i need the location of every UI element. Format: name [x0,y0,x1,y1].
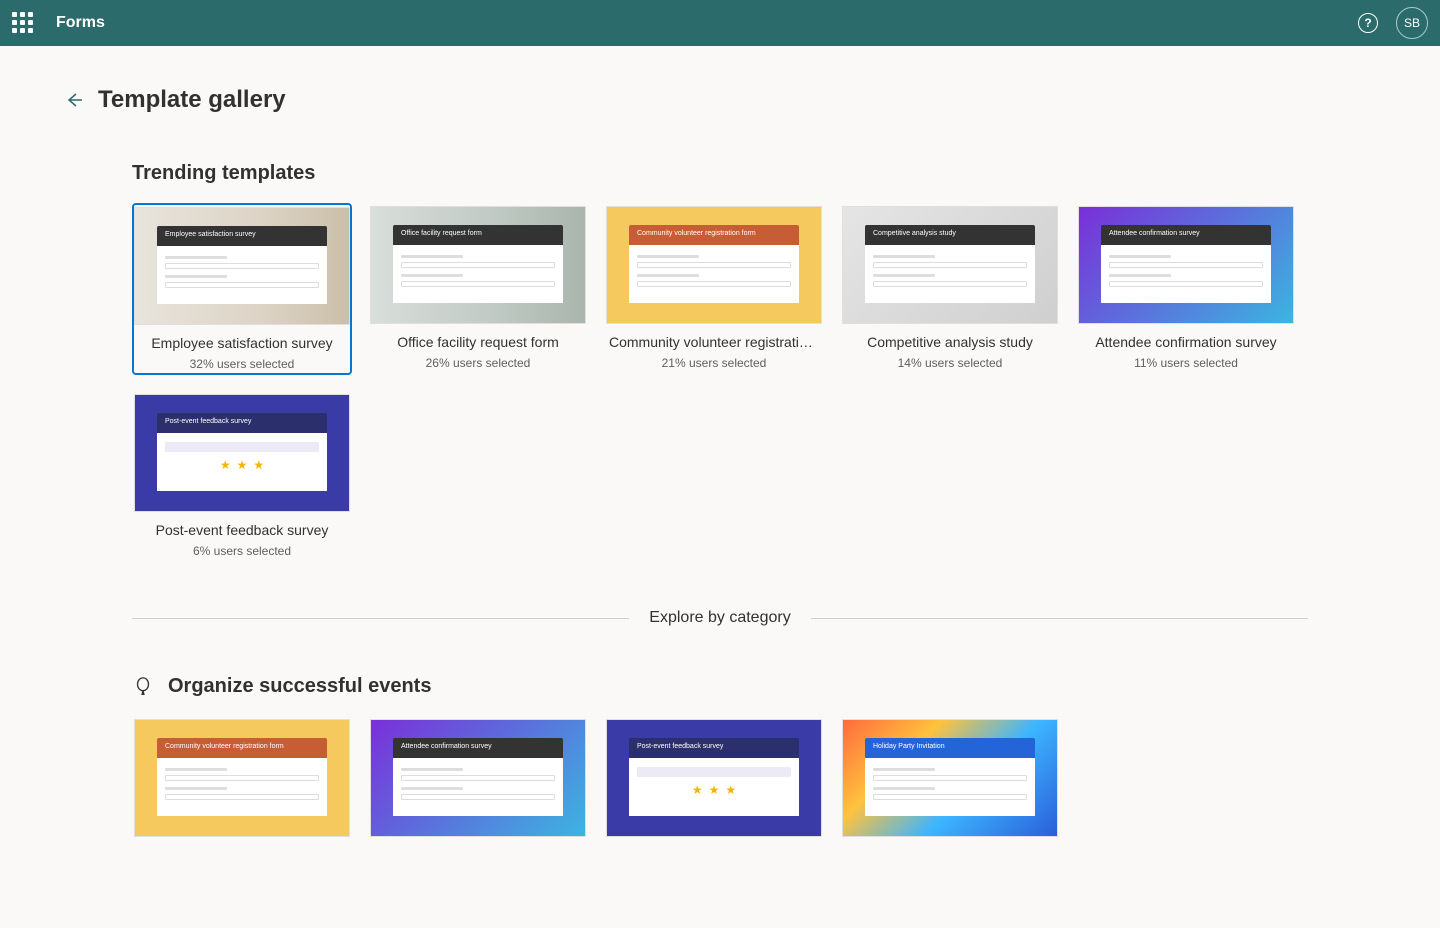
thumb-header: Holiday Party Invitation [865,738,1035,758]
template-stats: 11% users selected [1077,356,1295,370]
category1-templates-grid: Community volunteer registration form Att… [132,716,1376,840]
page-title: Template gallery [98,86,286,114]
page-title-row: Template gallery [64,86,1376,114]
thumb-body [1101,245,1271,303]
template-thumbnail[interactable]: Holiday Party Invitation [842,719,1058,837]
thumb-header: Competitive analysis study [865,225,1035,245]
trending-templates-grid: Employee satisfaction survey Employee sat… [132,203,1376,561]
thumb-header: Community volunteer registration form [157,738,327,758]
back-arrow-icon[interactable] [64,90,84,110]
template-thumbnail[interactable]: Office facility request form [370,206,586,324]
template-thumbnail[interactable]: Competitive analysis study [842,206,1058,324]
template-name: Attendee confirmation survey [1077,334,1295,350]
category-divider: Explore by category [132,609,1308,627]
template-stats: 14% users selected [841,356,1059,370]
template-name: Community volunteer registratio… [605,334,823,350]
template-thumbnail[interactable]: Attendee confirmation survey [1078,206,1294,324]
thumb-body [865,245,1035,303]
template-thumbnail[interactable]: Community volunteer registration form [606,206,822,324]
template-name: Employee satisfaction survey [134,335,350,351]
thumb-body [393,758,563,816]
app-launcher-icon[interactable] [12,12,34,34]
template-thumbnail[interactable]: Post-event feedback survey★★★ [134,394,350,512]
template-stats: 26% users selected [369,356,587,370]
divider-label: Explore by category [649,609,790,627]
template-stats: 32% users selected [134,357,350,371]
thumb-header: Attendee confirmation survey [393,738,563,758]
template-name: Office facility request form [369,334,587,350]
category-header: Organize successful events [132,675,1376,698]
template-card[interactable]: Community volunteer registration form [132,716,352,840]
template-card[interactable]: Attendee confirmation survey Attendee con… [1076,203,1296,375]
template-card[interactable]: Holiday Party Invitation [840,716,1060,840]
template-card[interactable]: Employee satisfaction survey Employee sat… [132,203,352,375]
user-avatar[interactable]: SB [1396,7,1428,39]
template-card[interactable]: Office facility request form Office facil… [368,203,588,375]
thumb-header: Employee satisfaction survey [157,226,327,246]
thumb-body [157,246,327,304]
template-name: Post-event feedback survey [133,522,351,538]
template-thumbnail[interactable]: Community volunteer registration form [134,719,350,837]
template-stats: 21% users selected [605,356,823,370]
template-card[interactable]: Attendee confirmation survey [368,716,588,840]
thumb-header: Office facility request form [393,225,563,245]
template-name: Competitive analysis study [841,334,1059,350]
app-header: Forms ? SB [0,0,1440,46]
template-thumbnail[interactable]: Post-event feedback survey★★★ [606,719,822,837]
thumb-header: Post-event feedback survey [157,413,327,433]
template-card[interactable]: Competitive analysis study Competitive an… [840,203,1060,375]
help-icon[interactable]: ? [1358,13,1378,33]
thumb-header: Community volunteer registration form [629,225,799,245]
template-stats: 6% users selected [133,544,351,558]
thumb-body: ★★★ [629,758,799,816]
template-card[interactable]: Post-event feedback survey★★★Post-event … [132,391,352,561]
thumb-header: Post-event feedback survey [629,738,799,758]
template-card[interactable]: Post-event feedback survey★★★ [604,716,824,840]
thumb-body [865,758,1035,816]
section-trending-title: Trending templates [132,162,1376,185]
thumb-header: Attendee confirmation survey [1101,225,1271,245]
template-thumbnail[interactable]: Employee satisfaction survey [134,207,350,325]
thumb-body [393,245,563,303]
app-brand[interactable]: Forms [56,14,105,32]
category-title: Organize successful events [168,675,431,698]
thumb-body: ★★★ [157,433,327,491]
thumb-body [629,245,799,303]
thumb-body [157,758,327,816]
balloon-icon [132,676,154,698]
template-card[interactable]: Community volunteer registration form Com… [604,203,824,375]
template-thumbnail[interactable]: Attendee confirmation survey [370,719,586,837]
